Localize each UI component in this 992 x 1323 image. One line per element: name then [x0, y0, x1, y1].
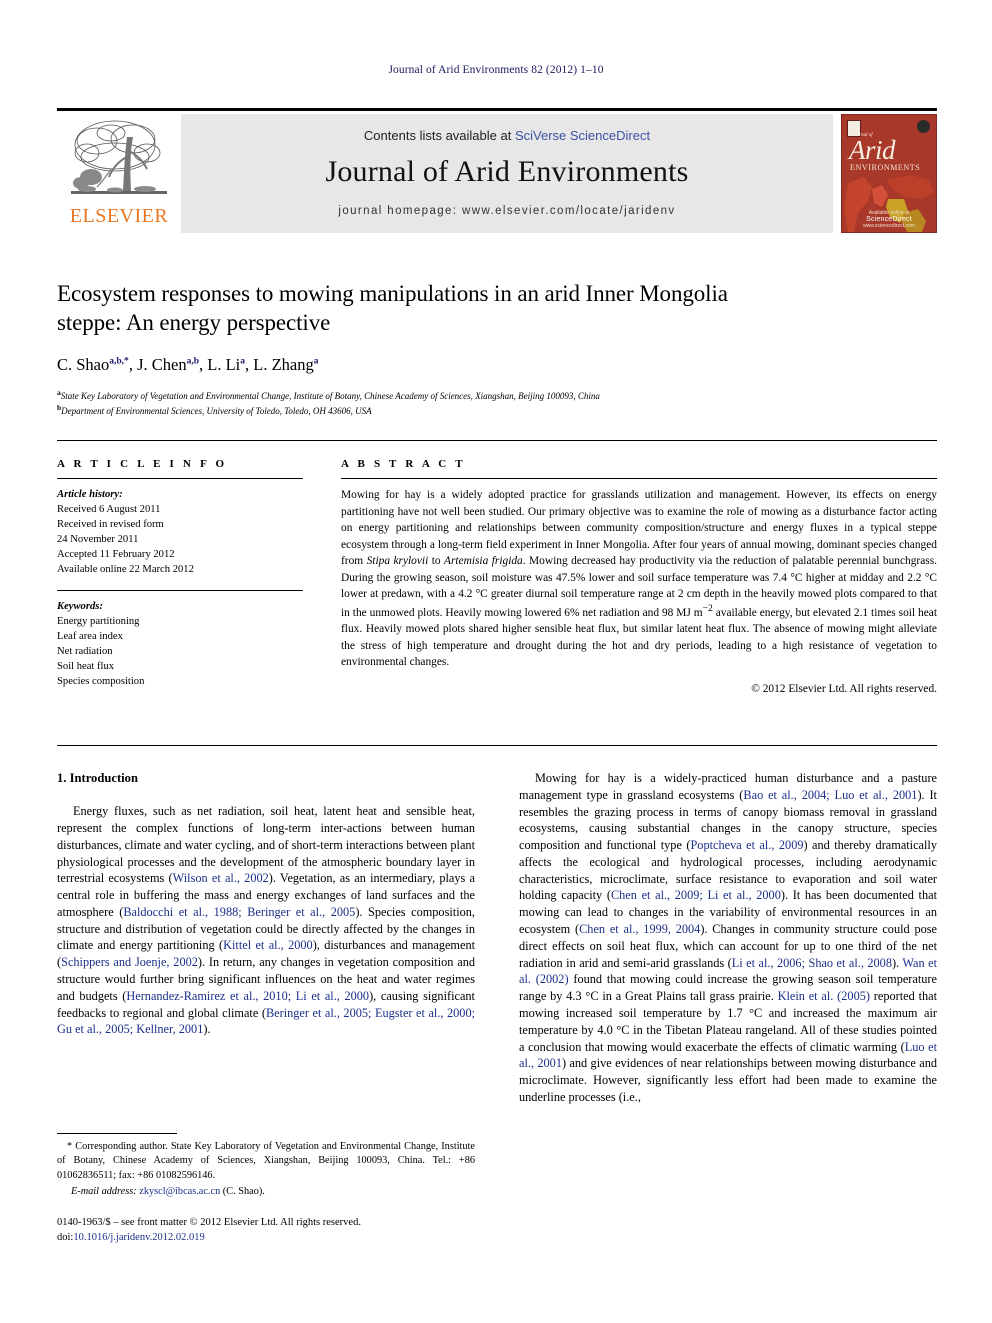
affiliation-text-b: Department of Environmental Sciences, Un…: [61, 405, 372, 416]
intro-paragraph-2: Mowing for hay is a widely-practiced hum…: [519, 771, 938, 1104]
intro-paragraph-1: Energy fluxes, such as net radiation, so…: [57, 804, 476, 1037]
copyright-line: © 2012 Elsevier Ltd. All rights reserved…: [751, 682, 937, 695]
body-column-left: 1. Introduction Energy fluxes, such as n…: [57, 770, 475, 1038]
history-item: Received 6 August 2011: [57, 504, 161, 516]
keyword-item: Leaf area index: [57, 631, 123, 643]
affiliation-b: bDepartment of Environmental Sciences, U…: [57, 403, 937, 418]
abstract-text: Mowing for hay is a widely adopted pract…: [341, 489, 938, 669]
cover-badge-icon: [917, 120, 930, 133]
sciencedirect-link[interactable]: SciVerse ScienceDirect: [515, 128, 650, 143]
author-list: C. Shaoa,b,*, J. Chena,b, L. Lia, L. Zha…: [57, 354, 319, 374]
title-block: Ecosystem responses to mowing manipulati…: [57, 280, 937, 418]
divider-above-abstract: [57, 440, 937, 441]
journal-cover-thumbnail[interactable]: Journal of Arid ENVIRONMENTS Available o…: [841, 114, 937, 233]
article-history-label: Article history:: [57, 489, 123, 500]
history-item: Received in revised form: [57, 519, 164, 531]
abstract-heading: A B S T R A C T: [341, 458, 466, 470]
cover-footer: Available online at ScienceDirect www.sc…: [842, 210, 936, 229]
abstract-section: A B S T R A C T Mowing for hay is a wide…: [341, 458, 937, 695]
article-info-separator: [57, 590, 303, 592]
keyword-item: Energy partitioning: [57, 616, 140, 628]
history-item: Accepted 11 February 2012: [57, 549, 175, 561]
affiliation-text-a: State Key Laboratory of Vegetation and E…: [60, 390, 600, 401]
body-column-right: Mowing for hay is a widely-practiced hum…: [519, 770, 937, 1106]
cover-footer-brand: ScienceDirect: [866, 216, 912, 223]
elsevier-wordmark: ELSEVIER: [69, 205, 169, 227]
doi-link[interactable]: 10.1016/j.jaridenv.2012.02.019: [73, 1232, 204, 1243]
journal-masthead: ELSEVIER Contents lists available at Sci…: [57, 108, 937, 233]
article-page: Journal of Arid Environments 82 (2012) 1…: [0, 0, 992, 1323]
article-history: Article history: Received 6 August 2011 …: [57, 487, 303, 577]
keywords-label: Keywords:: [57, 601, 103, 613]
affiliation-a: aState Key Laboratory of Vegetation and …: [57, 388, 937, 403]
email-label: E-mail address:: [71, 1186, 137, 1198]
page-title: Ecosystem responses to mowing manipulati…: [57, 281, 728, 335]
section-heading-introduction: 1. Introduction: [57, 771, 138, 785]
keywords-section: Keywords: Energy partitioning Leaf area …: [57, 599, 303, 689]
footnote-block: * Corresponding author. State Key Labora…: [57, 1140, 475, 1200]
abstract-rule: [341, 478, 937, 479]
journal-homepage[interactable]: journal homepage: www.elsevier.com/locat…: [338, 205, 675, 217]
keyword-item: Species composition: [57, 676, 145, 688]
email-link[interactable]: zkyscl@ibcas.ac.cn: [139, 1186, 220, 1197]
masthead-center: Contents lists available at SciVerse Sci…: [181, 114, 833, 233]
email-owner: (C. Shao).: [222, 1186, 265, 1198]
article-info-rule: [57, 478, 303, 479]
issn-line: 0140-1963/$ – see front matter © 2012 El…: [57, 1217, 361, 1228]
divider-below-abstract: [57, 745, 937, 746]
corresponding-author-note: * Corresponding author. State Key Labora…: [57, 1141, 475, 1181]
imprint-block: 0140-1963/$ – see front matter © 2012 El…: [57, 1216, 487, 1245]
doi-line: doi:10.1016/j.jaridenv.2012.02.019: [57, 1231, 487, 1246]
article-info-heading: A R T I C L E I N F O: [57, 458, 228, 470]
keyword-item: Net radiation: [57, 646, 113, 658]
running-head: Journal of Arid Environments 82 (2012) 1…: [388, 64, 604, 76]
elsevier-tree-icon: [67, 117, 171, 205]
affiliation-list: aState Key Laboratory of Vegetation and …: [57, 388, 937, 418]
article-info-section: A R T I C L E I N F O Article history: R…: [57, 458, 303, 689]
contents-prefix: Contents lists available at: [363, 128, 515, 143]
history-item: 24 November 2011: [57, 534, 139, 546]
cover-world-map-icon: [842, 173, 936, 232]
cover-environments-title: ENVIRONMENTS: [850, 163, 921, 172]
doi-label: doi:: [57, 1231, 74, 1243]
contents-line: Contents lists available at SciVerse Sci…: [364, 128, 650, 143]
journal-title: Journal of Arid Environments: [325, 155, 689, 188]
keyword-item: Soil heat flux: [57, 661, 115, 673]
footnote-divider: [57, 1133, 177, 1134]
elsevier-logo: ELSEVIER: [57, 114, 181, 233]
cover-arid-title: Arid: [849, 135, 896, 165]
email-note: E-mail address: zkyscl@ibcas.ac.cn (C. S…: [57, 1185, 475, 1199]
cover-footer-url: www.sciencedirect.com: [863, 223, 915, 229]
history-item: Available online 22 March 2012: [57, 564, 194, 576]
